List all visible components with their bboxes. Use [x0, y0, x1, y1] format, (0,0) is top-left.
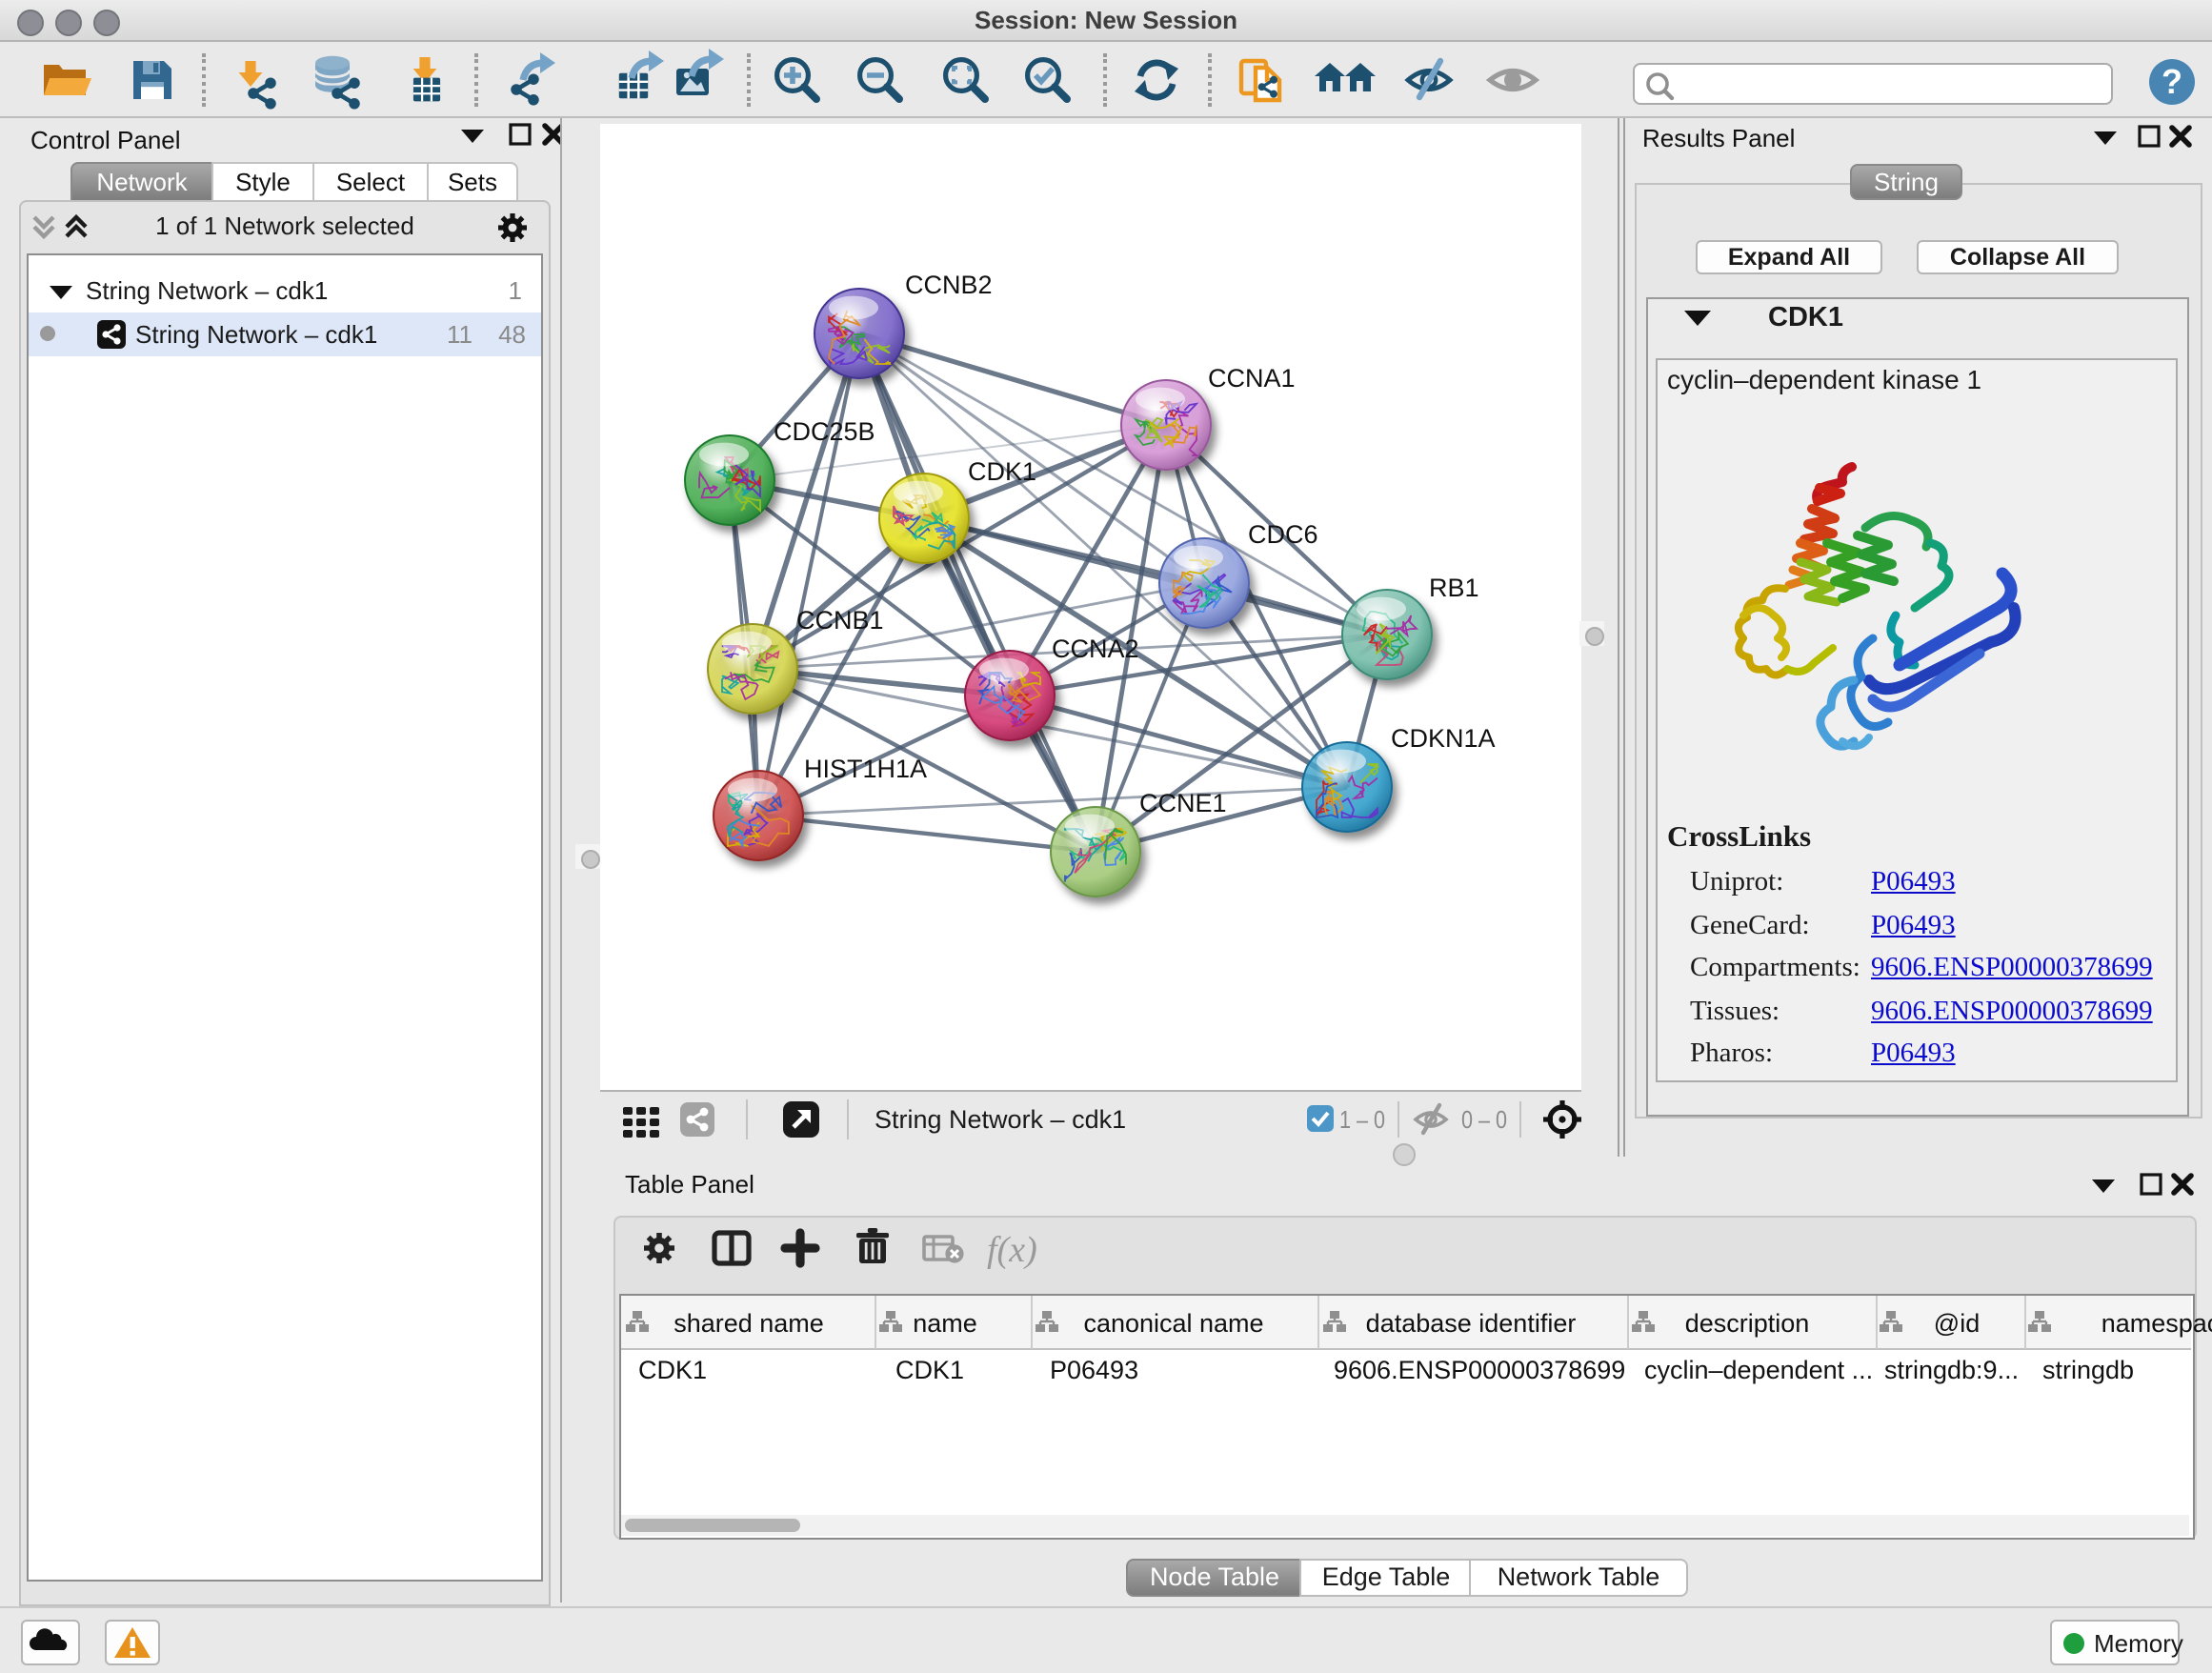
svg-text:@id: @id	[1934, 1309, 1980, 1338]
svg-text:canonical name: canonical name	[1083, 1309, 1263, 1338]
svg-text:CCNA2: CCNA2	[1052, 635, 1139, 663]
svg-text:name: name	[913, 1309, 977, 1338]
svg-text:String Network – cdk1: String Network – cdk1	[875, 1105, 1126, 1134]
svg-text:CDKN1A: CDKN1A	[1391, 724, 1496, 753]
svg-text:cyclin–dependent ...: cyclin–dependent ...	[1644, 1356, 1873, 1384]
svg-text:stringdb: stringdb	[2042, 1356, 2134, 1384]
svg-text:CDC6: CDC6	[1248, 520, 1318, 549]
svg-text:CDK1: CDK1	[895, 1356, 964, 1384]
svg-text:stringdb:9...: stringdb:9...	[1884, 1356, 2019, 1384]
svg-text:CCNB1: CCNB1	[796, 606, 884, 635]
svg-text:9606.ENSP00000378699: 9606.ENSP00000378699	[1334, 1356, 1625, 1384]
svg-text:0 – 0: 0 – 0	[1461, 1105, 1507, 1134]
svg-text:1 – 0: 1 – 0	[1339, 1105, 1385, 1134]
svg-text:CDK1: CDK1	[638, 1356, 707, 1384]
svg-text:namespac: namespac	[2101, 1309, 2212, 1338]
svg-text:CCNE1: CCNE1	[1139, 789, 1227, 817]
svg-text:RB1: RB1	[1429, 574, 1479, 602]
svg-text:f(x): f(x)	[987, 1230, 1037, 1270]
svg-text:CCNA1: CCNA1	[1208, 364, 1296, 393]
svg-text:HIST1H1A: HIST1H1A	[804, 755, 927, 783]
svg-text:CDC25B: CDC25B	[774, 417, 875, 446]
svg-text:database identifier: database identifier	[1366, 1309, 1577, 1338]
svg-text:shared name: shared name	[674, 1309, 824, 1338]
svg-text:CCNB2: CCNB2	[905, 271, 993, 299]
svg-text:description: description	[1685, 1309, 1810, 1338]
svg-text:P06493: P06493	[1050, 1356, 1138, 1384]
svg-text:CDK1: CDK1	[968, 457, 1036, 486]
